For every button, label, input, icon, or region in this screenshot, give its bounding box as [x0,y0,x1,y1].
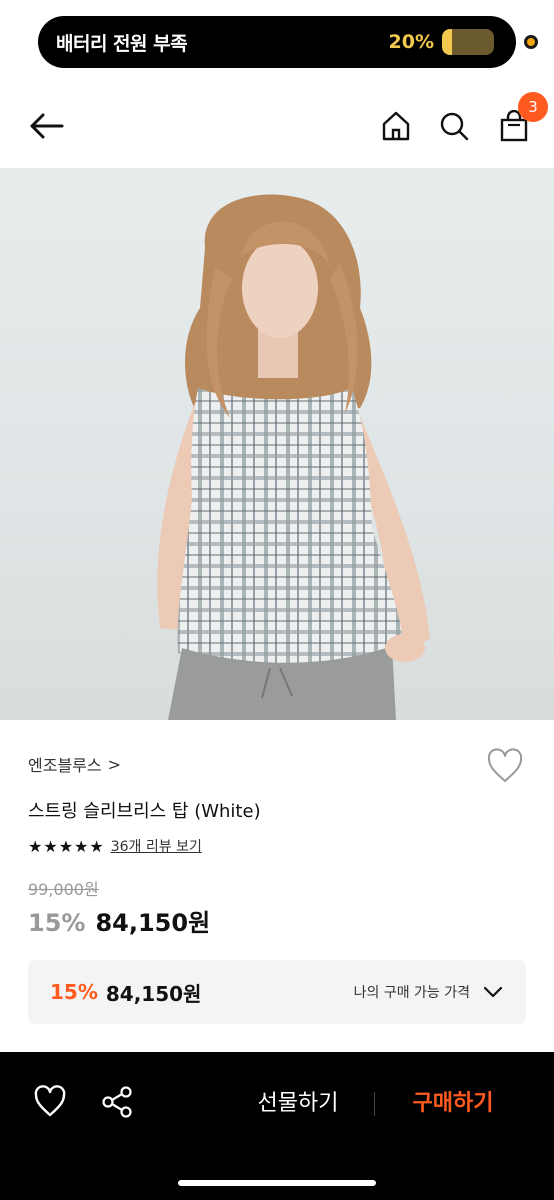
battery-icon [442,29,494,55]
rating-stars: ★★★★★ [28,836,105,856]
my-price-label: 나의 구매 가능 가격 [353,985,470,1001]
share-icon [102,1086,132,1118]
rating-row: ★★★★★ 36개 리뷰 보기 [28,836,202,856]
arrow-left-icon [30,113,64,139]
product-image[interactable] [0,168,554,720]
home-indicator[interactable] [178,1180,376,1186]
battery-warning-text: 배터리 전원 부족 [56,32,188,55]
sale-price: 84,150원 [95,909,211,937]
share-button[interactable] [100,1084,136,1120]
benefit-price: 84,150원 [105,981,202,1006]
bottom-action-bar: 선물하기 구매하기 [0,1052,554,1200]
product-photo-illustration [157,194,430,720]
button-divider [374,1092,375,1116]
search-button[interactable] [434,106,474,146]
battery-fill [442,29,453,55]
heart-outline-icon [487,748,523,782]
review-link[interactable]: 36개 리뷰 보기 [111,836,202,856]
home-button[interactable] [376,106,416,146]
chevron-down-icon [483,986,503,998]
product-title: 스트링 슬리브리스 탑 (White) [28,801,261,822]
brand-link[interactable]: 엔조블루스 > [28,752,121,776]
bottom-wishlist-button[interactable] [32,1084,68,1120]
cart-count-badge: 3 [518,92,548,122]
cart-button[interactable]: 3 [494,92,548,146]
top-navigation: 3 [0,90,554,164]
chevron-right-icon: > [107,754,122,774]
battery-percent: 20% [388,31,434,53]
home-icon [382,111,410,141]
original-price: 99,000원 [28,880,99,899]
heart-icon [34,1085,66,1117]
benefit-discount: 15% [50,980,98,1004]
brand-name: 엔조블루스 [28,756,102,775]
low-battery-banner: 배터리 전원 부족 20% [38,16,516,68]
back-button[interactable] [24,106,68,146]
search-icon [440,112,469,141]
discount-rate: 15% [28,909,86,937]
gift-button[interactable]: 선물하기 [238,1084,358,1124]
price-row: 15% 84,150원 [28,903,210,938]
camera-indicator-icon [524,35,538,49]
battery-status: 20% [389,29,494,55]
my-price-dropdown[interactable]: 15% 84,150원 나의 구매 가능 가격 [28,960,526,1024]
wishlist-button[interactable] [486,748,526,788]
buy-button[interactable]: 구매하기 [392,1084,514,1124]
